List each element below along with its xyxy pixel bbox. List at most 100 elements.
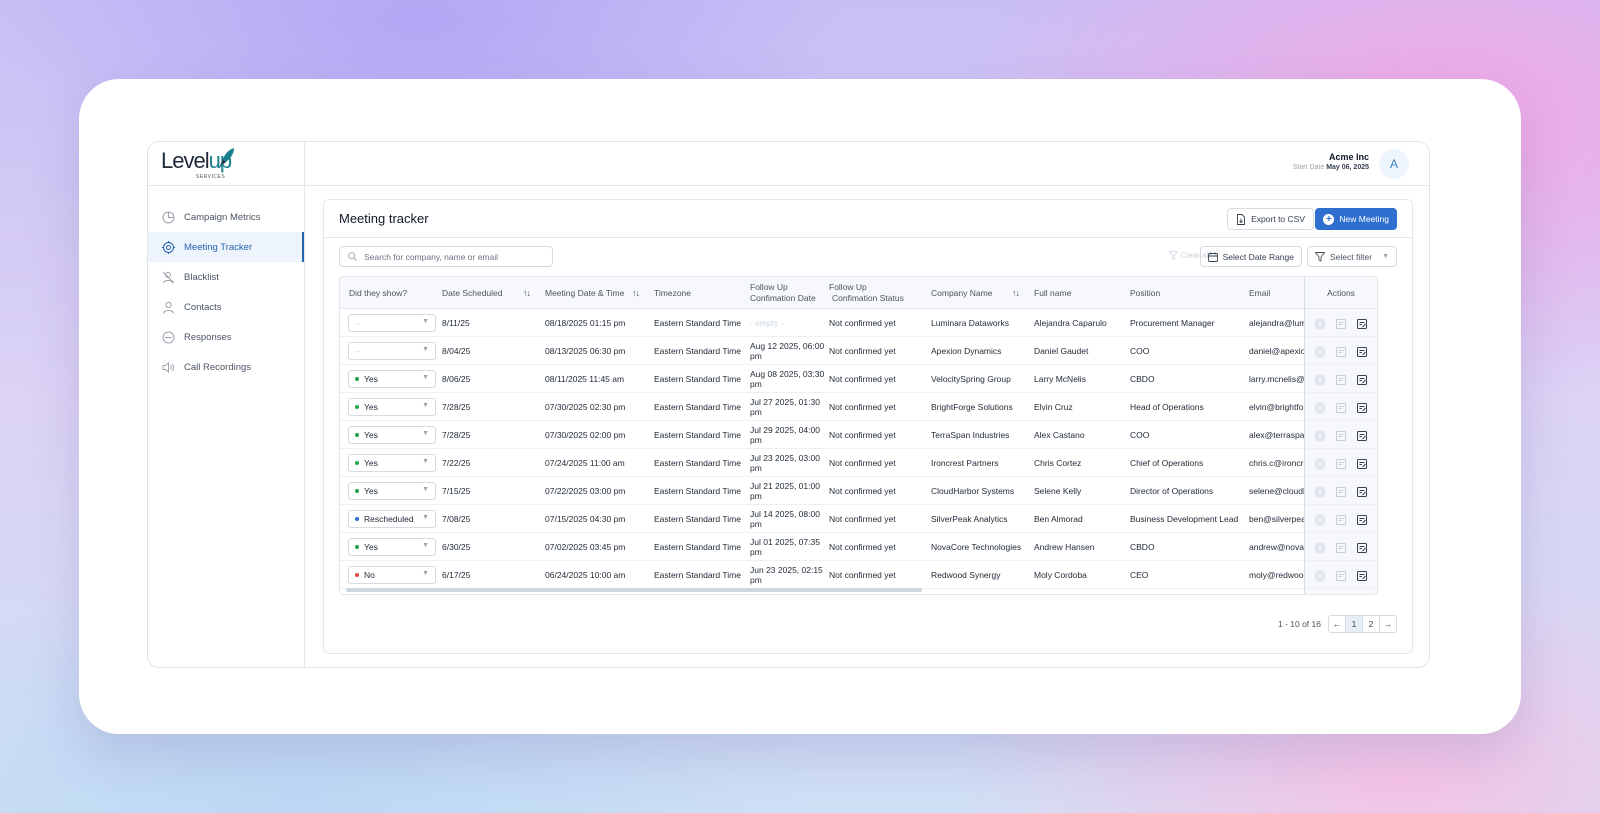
edit-icon[interactable] [1356, 457, 1368, 469]
sort-icon[interactable]: ↑↓ [1012, 277, 1020, 309]
did-show-select[interactable]: Yes ▼ [348, 426, 436, 444]
notes-icon[interactable] [1335, 429, 1347, 441]
date-range-button[interactable]: Select Date Range [1199, 246, 1302, 267]
user-icon [162, 301, 175, 314]
col-position[interactable]: Position [1130, 277, 1160, 309]
status-circle-icon[interactable] [1314, 569, 1326, 581]
status-circle-icon[interactable] [1314, 485, 1326, 497]
col-did-show[interactable]: Did they show? [349, 277, 407, 309]
edit-icon[interactable] [1356, 345, 1368, 357]
sidebar-item-meeting-tracker[interactable]: Meeting Tracker [148, 232, 304, 262]
did-show-value: Yes [364, 458, 378, 468]
notes-icon[interactable] [1335, 569, 1347, 581]
did-show-select[interactable]: – ▼ [348, 314, 436, 332]
notes-icon[interactable] [1335, 513, 1347, 525]
cell-email[interactable]: selene@cloudharbor.com [1249, 477, 1305, 505]
col-followup-date[interactable]: Follow Up Confimation Date [750, 277, 816, 309]
status-circle-icon[interactable] [1314, 401, 1326, 413]
did-show-select[interactable]: Yes ▼ [348, 398, 436, 416]
status-circle-icon[interactable] [1314, 541, 1326, 553]
did-show-select[interactable]: – ▼ [348, 342, 436, 360]
sidebar-item-blacklist[interactable]: Blacklist [148, 262, 304, 292]
search-box[interactable] [339, 246, 553, 267]
edit-icon[interactable] [1356, 541, 1368, 553]
new-meeting-button[interactable]: + New Meeting [1315, 208, 1397, 230]
edit-icon[interactable] [1356, 569, 1368, 581]
col-date-scheduled[interactable]: Date Scheduled [442, 277, 503, 309]
edit-icon[interactable] [1356, 401, 1368, 413]
app-window: Levelup SERVICES Campaign Metrics Meeting… [147, 141, 1430, 668]
col-followup-status[interactable]: Follow Up Confimation Status [829, 277, 904, 309]
did-show-value: Yes [364, 374, 378, 384]
did-show-select[interactable]: Yes ▼ [348, 538, 436, 556]
col-meeting-date[interactable]: Meeting Date & Time [545, 277, 624, 309]
status-circle-icon[interactable] [1314, 457, 1326, 469]
cell-company: Ironcrest Partners [931, 457, 999, 468]
cell-email[interactable]: larry.mcnelis@velocityspring.com [1249, 365, 1305, 393]
card-header: Meeting tracker Export to CSV + New Meet… [324, 200, 1412, 238]
notes-icon[interactable] [1335, 317, 1347, 329]
cell-timezone: Eastern Standard Time [654, 569, 741, 580]
chevron-down-icon: ▼ [422, 570, 429, 577]
logo[interactable]: Levelup SERVICES [148, 142, 304, 186]
prev-page-button[interactable]: ← [1328, 615, 1346, 633]
col-email[interactable]: Email [1249, 277, 1270, 309]
cell-email[interactable]: elvin@brightforge.com [1249, 393, 1305, 421]
sidebar-item-responses[interactable]: Responses [148, 322, 304, 352]
notes-icon[interactable] [1335, 457, 1347, 469]
sort-icon[interactable]: ↑↓ [523, 277, 531, 309]
notes-icon[interactable] [1335, 401, 1347, 413]
cell-email[interactable]: ben@silverpeak.com [1249, 505, 1305, 533]
col-timezone[interactable]: Timezone [654, 277, 691, 309]
notes-icon[interactable] [1335, 345, 1347, 357]
did-show-select[interactable]: Yes ▼ [348, 454, 436, 472]
page-1-button[interactable]: 1 [1345, 615, 1363, 633]
cell-position: Procurement Manager [1130, 317, 1215, 328]
cell-email[interactable]: alejandra@luminaradataworks.com [1249, 309, 1305, 337]
cell-position: CEO [1130, 569, 1149, 580]
edit-icon[interactable] [1356, 485, 1368, 497]
next-page-button[interactable]: → [1379, 615, 1397, 633]
col-full-name[interactable]: Full name [1034, 277, 1071, 309]
avatar[interactable]: A [1379, 149, 1409, 179]
cell-meeting-datetime: 08/11/2025 11:45 am [545, 373, 625, 384]
notes-icon[interactable] [1335, 541, 1347, 553]
cell-email[interactable]: andrew@novacore.com [1249, 533, 1305, 561]
status-circle-icon[interactable] [1314, 345, 1326, 357]
cell-email[interactable]: alex@terraspan.com [1249, 421, 1305, 449]
edit-icon[interactable] [1356, 429, 1368, 441]
did-show-select[interactable]: Yes ▼ [348, 482, 436, 500]
sidebar-item-contacts[interactable]: Contacts [148, 292, 304, 322]
sidebar-item-campaign-metrics[interactable]: Campaign Metrics [148, 202, 304, 232]
edit-icon[interactable] [1356, 513, 1368, 525]
edit-icon[interactable] [1356, 317, 1368, 329]
actions-cell [1305, 309, 1377, 337]
notes-icon[interactable] [1335, 373, 1347, 385]
did-show-select[interactable]: Yes ▼ [348, 370, 436, 388]
cell-email[interactable]: chris.c@ironcrest.com [1249, 449, 1305, 477]
cell-full-name: Andrew Hansen [1034, 541, 1095, 552]
status-circle-icon[interactable] [1314, 373, 1326, 385]
status-circle-icon[interactable] [1314, 317, 1326, 329]
edit-icon[interactable] [1356, 373, 1368, 385]
page-2-button[interactable]: 2 [1362, 615, 1380, 633]
status-circle-icon[interactable] [1314, 513, 1326, 525]
notes-icon[interactable] [1335, 485, 1347, 497]
cell-email[interactable]: daniel@apexiondynamics.com [1249, 337, 1305, 365]
select-filter-dropdown[interactable]: Select filter ▼ [1307, 246, 1397, 267]
status-circle-icon[interactable] [1314, 429, 1326, 441]
chevron-down-icon: ▼ [422, 374, 429, 381]
sort-icon[interactable]: ↑↓ [632, 277, 640, 309]
search-input[interactable] [364, 251, 544, 262]
cell-company: Apexion Dynamics [931, 345, 1002, 356]
col-company[interactable]: Company Name [931, 277, 992, 309]
page-info: 1 - 10 of 16 [1277, 619, 1321, 629]
sidebar-item-call-recordings[interactable]: Call Recordings [148, 352, 304, 382]
export-csv-button[interactable]: Export to CSV [1227, 208, 1314, 230]
horizontal-scrollbar[interactable] [346, 588, 922, 592]
did-show-select[interactable]: No ▼ [348, 566, 436, 584]
did-show-select[interactable]: Rescheduled ▼ [348, 510, 436, 528]
cell-email[interactable]: moly@redwoodsynergy.com [1249, 561, 1305, 589]
cell-date-scheduled: 8/06/25 [442, 373, 471, 384]
cell-position: COO [1130, 345, 1150, 356]
